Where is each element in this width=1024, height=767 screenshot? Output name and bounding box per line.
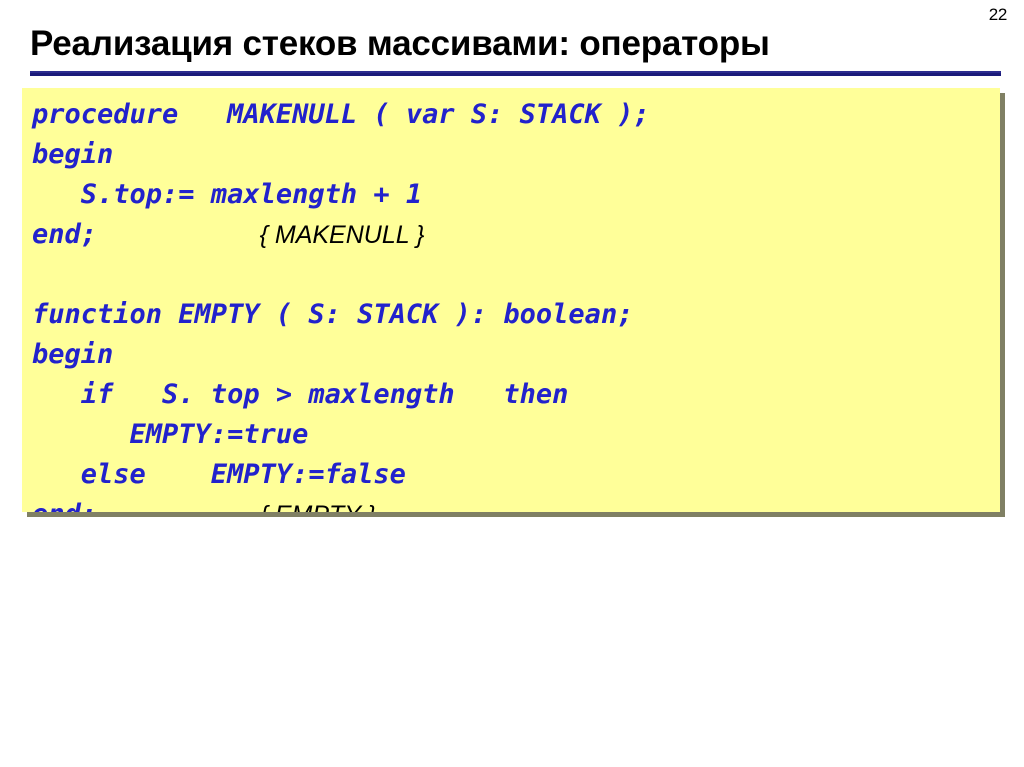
code-line: end; { EMPTY }: [32, 495, 1000, 512]
code-text: begin: [32, 139, 114, 170]
slide-number: 22: [988, 5, 1008, 24]
title-underline-divider: [30, 71, 1001, 77]
code-line: [32, 255, 1000, 295]
code-listing: procedure MAKENULL ( var S: STACK ); begi…: [32, 95, 1000, 512]
code-text: function EMPTY ( S: STACK ): boolean;: [32, 299, 634, 330]
code-line: begin: [32, 335, 1000, 375]
title-underline-rule-bottom: [30, 73, 1001, 76]
code-line: EMPTY:=true: [32, 415, 1000, 455]
code-text: S.top:= maxlength + 1: [32, 179, 423, 210]
code-text: if S. top > maxlength then: [32, 379, 569, 410]
code-line: if S. top > maxlength then: [32, 375, 1000, 415]
code-comment: { MAKENULL }: [259, 221, 425, 249]
code-text: end;: [32, 499, 260, 512]
code-panel: procedure MAKENULL ( var S: STACK ); begi…: [22, 88, 1000, 512]
code-line: begin: [32, 135, 1000, 175]
code-line: S.top:= maxlength + 1: [32, 175, 1000, 215]
code-line: function EMPTY ( S: STACK ): boolean;: [32, 295, 1000, 335]
code-text: else EMPTY:=false: [32, 459, 406, 490]
code-text: begin: [32, 339, 114, 370]
code-line: else EMPTY:=false: [32, 455, 1000, 495]
page-title: Реализация стеков массивами: операторы: [30, 24, 770, 63]
code-comment: { EMPTY }: [260, 501, 376, 512]
code-line: procedure MAKENULL ( var S: STACK );: [32, 95, 1000, 135]
code-line: end; { MAKENULL }: [32, 215, 1000, 255]
code-text: end;: [32, 219, 260, 250]
code-text: procedure MAKENULL ( var S: STACK );: [32, 99, 650, 130]
code-text: EMPTY:=true: [32, 419, 309, 450]
